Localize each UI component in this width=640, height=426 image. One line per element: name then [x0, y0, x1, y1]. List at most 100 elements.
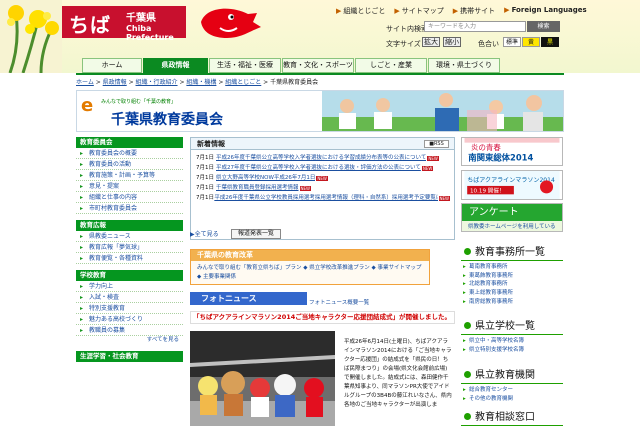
breadcrumb: ホーム > 県政情報 > 組織・行政紹介 > 組織・機構 > 組織とじごと > … [76, 79, 319, 86]
arrow-icon: ▶ [394, 7, 400, 15]
nav-prefectural-info[interactable]: 県政情報 [143, 58, 208, 73]
reform-link-plan[interactable]: みんなで取り組む「教育立県ちば」プラン [197, 265, 302, 271]
arrow-icon: ▶ [336, 7, 342, 15]
news-row[interactable]: 7月1日 平成26年度千葉県公立高等学校入学者選抜における学習成績分布表等の公表に… [195, 153, 450, 163]
rss-button[interactable]: ■RSS [424, 140, 449, 148]
education-consultation: 教育相談窓口 [461, 409, 563, 426]
reform-link-sitemap[interactable]: 事業サイトマップ [378, 265, 422, 271]
news-row[interactable]: 7月1日 県立大野高等学校NOW平成26年7月1日 NEW [195, 173, 450, 183]
sidebar-section-school: 学校教育 学力向上 入試・検査 特別支援教育 魅力ある高校づくり 教職員の募集 … [76, 270, 183, 345]
questionnaire-text[interactable]: 県教委ホームページを利用している方ぜひアンケートにご協力ください [462, 221, 562, 231]
sidebar-heading-lifelong[interactable]: 生涯学習・社会教育 [76, 351, 183, 362]
office-link-higashikatsushika[interactable]: 東葛飾教育事務所 [461, 272, 563, 281]
utility-link-sitemap[interactable]: ▶ サイトマップ [394, 6, 443, 16]
right-sidebar: 炎の青春 南関東総体2014 ちばアクアラインマラソン2014 10.19 開催… [461, 137, 563, 426]
text-size-large-button[interactable]: 拡大 [422, 37, 440, 47]
breadcrumb-prefectural-info[interactable]: 県政情報 [103, 79, 127, 86]
institution-link-general-center[interactable]: 総合教育センター [461, 386, 563, 395]
arrow-icon: ▶ [452, 7, 459, 15]
rapeseed-flowers-image [0, 0, 62, 73]
text-size-label: 文字サイズ [386, 40, 421, 48]
news-row[interactable]: 7月1日 平成27年度千葉県公立高等学校入学者選抜における選抜・評価方法の公表につ… [195, 163, 450, 173]
logo-main-text: ちば [69, 13, 111, 37]
sidebar-heading-board[interactable]: 教育委員会 [76, 137, 183, 148]
nav-work-industry[interactable]: しごと・産業 [355, 58, 427, 73]
sidebar-link-yume-balloon[interactable]: 教育広報「夢気球」 [76, 242, 183, 253]
reform-link-major-projects[interactable]: 主要事業関係 [203, 274, 236, 280]
svg-text:炎の青春: 炎の青春 [471, 142, 501, 152]
office-link-minamiboso[interactable]: 南房総教育事務所 [461, 298, 563, 307]
breadcrumb-organization-work[interactable]: 組織とじごと [225, 79, 261, 86]
utility-links: ▶ 組織とじごと ▶ サイトマップ ▶ 携帯サイト ▶ Foreign Language… [336, 6, 587, 16]
office-link-hokuso[interactable]: 北総教育事務所 [461, 280, 563, 289]
sidebar-link-opinions[interactable]: 意見・提案 [76, 181, 183, 192]
view-all-link[interactable]: ▶全て見る [190, 229, 219, 238]
questionnaire-box: アンケート 県教委ホームページを利用している方ぜひアンケートにご協力ください [461, 203, 563, 232]
sidebar-link-board-activities[interactable]: 教育委員の活動 [76, 159, 183, 170]
office-link-katsunan[interactable]: 葛南教育事務所 [461, 263, 563, 272]
questionnaire-heading: アンケート [462, 204, 562, 221]
south-kanto-sports-banner: 炎の青春 南関東総体2014 [464, 138, 560, 165]
sidebar-link-board-overview[interactable]: 教育委員会の概要 [76, 148, 183, 159]
aqualine-marathon-banner: ちばアクアラインマラソン2014 10.19 開催！ [464, 171, 560, 199]
sidebar-link-academic[interactable]: 学力向上 [76, 281, 183, 292]
institution-link-other[interactable]: その他の教育機関 [461, 395, 563, 404]
utility-link-foreign-languages[interactable]: ▶ Foreign Languages [504, 6, 587, 16]
color-standard-button[interactable]: 標準 [503, 37, 521, 47]
education-reform-links: みんなで取り組む「教育立県ちば」プラン ◆ 県立学校改革推進プラン ◆ 事業サイ… [197, 265, 422, 280]
text-size-small-button[interactable]: 縮小 [443, 37, 461, 47]
nav-environment-land[interactable]: 環境・県土づくり [428, 58, 500, 73]
new-info-heading: 新着情報 [191, 138, 454, 150]
sidebar-view-all-link[interactable]: すべてを見る [76, 336, 183, 345]
utility-link-mobile[interactable]: ▶ 携帯サイト [453, 6, 495, 16]
press-release-button[interactable]: 報道発表一覧 [231, 229, 281, 239]
sidebar-heading-school[interactable]: 学校教育 [76, 270, 183, 281]
school-list-links: 県立中・高等学校名簿 県立特別支援学校名簿 [461, 335, 563, 355]
left-sidebar: 教育委員会 教育委員会の概要 教育委員の活動 教育施策・計画・予算等 意見・提案… [76, 137, 183, 426]
breadcrumb-organization-administration[interactable]: 組織・行政紹介 [136, 79, 178, 86]
education-office-list: 教育事務所一覧 葛南教育事務所 東葛飾教育事務所 北総教育事務所 東上総教育事務… [461, 244, 563, 307]
logo-english: Chiba Prefecture [126, 24, 174, 42]
news-list: 7月1日 平成26年度千葉県公立高等学校入学者選抜における学習成績分布表等の公表に… [191, 150, 454, 203]
utility-link-organization[interactable]: ▶ 組織とじごと [336, 6, 385, 16]
site-search-input[interactable]: キーワードを入力 [424, 21, 526, 32]
sidebar-heading-pr[interactable]: 教育広報 [76, 220, 183, 231]
site-search-label: サイト内検索 [386, 25, 428, 33]
school-link-special-support[interactable]: 県立特別支援学校名簿 [461, 346, 563, 355]
education-slogan: みんなで取り組む「千葉の教育」 [101, 99, 177, 105]
nav-education-culture-sports[interactable]: 教育・文化・スポーツ [282, 58, 354, 73]
breadcrumb-organization-structure[interactable]: 組織・機構 [186, 79, 216, 86]
sidebar-link-exams[interactable]: 入試・検査 [76, 292, 183, 303]
sidebar-link-news[interactable]: 県教委ニュース [76, 231, 183, 242]
school-link-junior-high[interactable]: 県立中・高等学校名簿 [461, 337, 563, 346]
photo-news-headline[interactable]: 「ちばアクアラインマラソン2014ご当地キャラクター応援団結成式」が開催しました… [190, 311, 455, 324]
search-button[interactable]: 検索 [527, 21, 560, 32]
color-yellow-button[interactable]: 黄 [522, 37, 540, 47]
logo-japanese: 千葉県 [126, 13, 156, 24]
nav-life-welfare-medical[interactable]: 生活・福祉・医療 [209, 58, 281, 73]
reform-link-school-plan[interactable]: 県立学校改革推進プラン [309, 265, 370, 271]
education-reform-heading: 千葉県の教育改革 [191, 250, 429, 261]
sidebar-link-organization-work[interactable]: 組織と仕事の内容 [76, 192, 183, 203]
sidebar-link-high-school[interactable]: 魅力ある高校づくり [76, 314, 183, 325]
new-badge: NEW [316, 176, 328, 181]
sidebar-link-materials[interactable]: 教育便覧・各種資料 [76, 253, 183, 264]
office-link-higashikazusa[interactable]: 東上総教育事務所 [461, 289, 563, 298]
news-row[interactable]: 7月1日 平成26年度千葉県公立学校教員採用選考採用選考情報（理科・自然系）採用選… [195, 193, 450, 203]
site-logo[interactable]: ちば 千葉県 Chiba Prefecture [62, 6, 186, 42]
news-row[interactable]: 7月1日 千葉県教育職員登録採用選考情報 NEW [195, 183, 450, 193]
south-kanto-sports-ad[interactable]: 炎の青春 南関東総体2014 [461, 137, 563, 166]
sidebar-link-policies-budget[interactable]: 教育施策・計画・予算等 [76, 170, 183, 181]
photo-news-list-link[interactable]: フォトニュース概要一覧 [309, 298, 369, 306]
new-badge: NEW [427, 156, 439, 161]
sidebar-link-municipal-boards[interactable]: 市町村教育委員会 [76, 203, 183, 214]
nav-home[interactable]: ホーム [82, 58, 142, 73]
color-black-button[interactable]: 黒 [541, 37, 559, 47]
aqualine-marathon-ad[interactable]: ちばアクアラインマラソン2014 10.19 開催！ [461, 170, 563, 200]
sidebar-section-pr: 教育広報 県教委ニュース 教育広報「夢気球」 教育便覧・各種資料 [76, 220, 183, 264]
sidebar-link-staff-recruitment[interactable]: 教職員の募集 [76, 325, 183, 336]
chiba-kun-mascot-icon [201, 8, 261, 38]
breadcrumb-home[interactable]: ホーム [76, 79, 94, 86]
sidebar-link-special-support[interactable]: 特別支援教育 [76, 303, 183, 314]
new-info-panel: 新着情報 ■RSS 7月1日 平成26年度千葉県公立高等学校入学者選抜における学習… [190, 137, 455, 240]
